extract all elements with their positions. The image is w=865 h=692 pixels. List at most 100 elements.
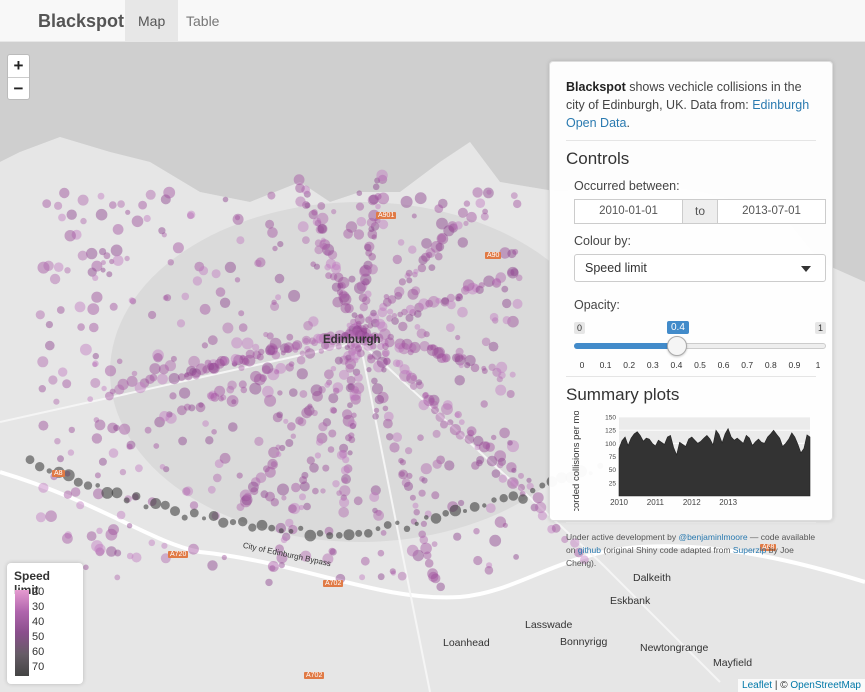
- collision-marker[interactable]: [455, 347, 464, 356]
- date-from-input[interactable]: 2010-01-01: [574, 199, 683, 224]
- collision-marker[interactable]: [189, 508, 199, 518]
- collision-marker[interactable]: [356, 216, 367, 227]
- collision-marker[interactable]: [169, 392, 177, 400]
- collision-marker[interactable]: [243, 492, 252, 501]
- collision-marker[interactable]: [338, 507, 350, 518]
- collision-marker[interactable]: [434, 252, 443, 261]
- collision-marker[interactable]: [45, 340, 55, 351]
- collision-marker[interactable]: [95, 483, 100, 488]
- collision-marker[interactable]: [352, 357, 359, 364]
- collision-marker[interactable]: [355, 202, 365, 211]
- collision-marker[interactable]: [389, 568, 396, 575]
- collision-marker[interactable]: [297, 417, 307, 427]
- collision-marker[interactable]: [463, 220, 469, 226]
- collision-marker[interactable]: [234, 277, 241, 283]
- collision-marker[interactable]: [446, 323, 455, 332]
- collision-marker[interactable]: [431, 541, 438, 547]
- collision-marker[interactable]: [53, 398, 60, 405]
- colour-select[interactable]: Speed limit: [574, 254, 826, 282]
- collision-marker[interactable]: [249, 382, 262, 395]
- collision-marker[interactable]: [343, 529, 355, 541]
- collision-marker[interactable]: [230, 353, 241, 364]
- collision-marker[interactable]: [229, 519, 237, 526]
- collision-marker[interactable]: [330, 407, 338, 414]
- collision-marker[interactable]: [314, 452, 321, 459]
- collision-marker[interactable]: [467, 429, 475, 437]
- collision-marker[interactable]: [458, 362, 464, 369]
- collision-marker[interactable]: [126, 443, 133, 450]
- collision-marker[interactable]: [377, 549, 385, 557]
- collision-marker[interactable]: [64, 267, 71, 274]
- collision-marker[interactable]: [513, 199, 522, 209]
- collision-marker[interactable]: [502, 316, 511, 325]
- collision-marker[interactable]: [153, 353, 163, 363]
- collision-marker[interactable]: [126, 552, 134, 560]
- collision-marker[interactable]: [189, 501, 199, 510]
- collision-marker[interactable]: [277, 241, 284, 248]
- collision-marker[interactable]: [198, 266, 209, 276]
- collision-marker[interactable]: [415, 379, 423, 386]
- collision-marker[interactable]: [238, 310, 245, 317]
- collision-marker[interactable]: [435, 412, 445, 422]
- collision-marker[interactable]: [308, 337, 316, 345]
- collision-marker[interactable]: [346, 322, 353, 329]
- collision-marker[interactable]: [339, 497, 350, 508]
- collision-marker[interactable]: [416, 328, 427, 339]
- collision-marker[interactable]: [537, 511, 548, 521]
- collision-marker[interactable]: [421, 477, 428, 484]
- collision-marker[interactable]: [285, 363, 294, 372]
- collision-marker[interactable]: [163, 294, 172, 302]
- collision-marker[interactable]: [56, 306, 65, 314]
- collision-marker[interactable]: [91, 540, 103, 552]
- collision-marker[interactable]: [277, 390, 283, 396]
- collision-marker[interactable]: [287, 422, 296, 431]
- collision-marker[interactable]: [295, 196, 306, 207]
- collision-marker[interactable]: [432, 459, 442, 469]
- collision-marker[interactable]: [496, 361, 508, 373]
- collision-marker[interactable]: [94, 419, 106, 431]
- collision-marker[interactable]: [366, 367, 372, 373]
- collision-marker[interactable]: [371, 377, 378, 385]
- collision-marker[interactable]: [80, 343, 92, 356]
- collision-marker[interactable]: [454, 221, 463, 230]
- collision-marker[interactable]: [135, 464, 143, 473]
- collision-marker[interactable]: [430, 344, 437, 351]
- collision-marker[interactable]: [181, 514, 188, 521]
- slider-handle[interactable]: [667, 336, 687, 356]
- collision-marker[interactable]: [250, 487, 259, 496]
- collision-marker[interactable]: [324, 369, 334, 380]
- collision-marker[interactable]: [99, 248, 107, 256]
- collision-marker[interactable]: [435, 297, 442, 304]
- collision-marker[interactable]: [299, 390, 308, 398]
- collision-marker[interactable]: [489, 534, 502, 547]
- collision-marker[interactable]: [354, 282, 366, 294]
- collision-marker[interactable]: [424, 559, 434, 568]
- author-link[interactable]: @benjaminlmoore: [678, 532, 747, 542]
- collision-marker[interactable]: [428, 571, 439, 583]
- collision-marker[interactable]: [430, 513, 442, 524]
- collision-marker[interactable]: [304, 529, 317, 542]
- collision-marker[interactable]: [106, 546, 117, 557]
- collision-marker[interactable]: [208, 511, 219, 521]
- collision-marker[interactable]: [512, 298, 523, 309]
- collision-marker[interactable]: [481, 368, 488, 374]
- collision-marker[interactable]: [58, 213, 66, 222]
- collision-marker[interactable]: [138, 200, 148, 210]
- collision-marker[interactable]: [110, 244, 123, 257]
- collision-marker[interactable]: [92, 274, 99, 281]
- collision-marker[interactable]: [264, 466, 276, 478]
- collision-marker[interactable]: [213, 473, 222, 483]
- collision-marker[interactable]: [170, 506, 180, 517]
- collision-marker[interactable]: [58, 367, 68, 377]
- collision-marker[interactable]: [310, 261, 317, 267]
- collision-marker[interactable]: [336, 532, 343, 539]
- collision-marker[interactable]: [218, 517, 229, 528]
- collision-marker[interactable]: [378, 219, 389, 230]
- collision-marker[interactable]: [234, 215, 241, 221]
- collision-marker[interactable]: [317, 202, 326, 210]
- collision-marker[interactable]: [278, 528, 284, 534]
- collision-marker[interactable]: [358, 313, 364, 319]
- collision-marker[interactable]: [496, 376, 503, 383]
- collision-marker[interactable]: [320, 488, 326, 494]
- collision-marker[interactable]: [188, 543, 199, 555]
